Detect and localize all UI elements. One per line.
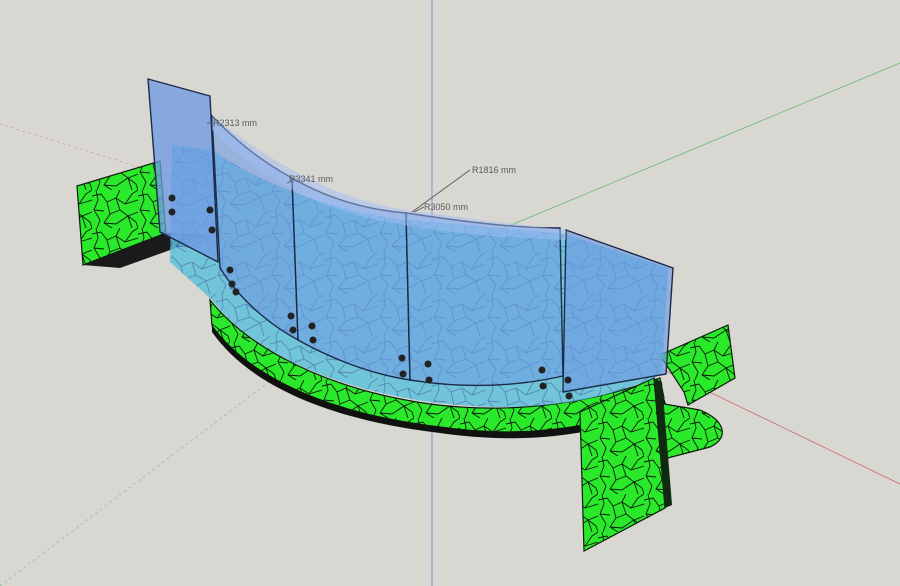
dim-label-r3050: R3050 mm [424, 202, 468, 212]
model-viewport[interactable]: R2313 mm R3341 mm R1816 mm R3050 mm [0, 0, 900, 586]
glass-panel-4[interactable] [405, 212, 564, 387]
glass-panels[interactable] [147, 78, 674, 407]
scene-canvas[interactable]: R2313 mm R3341 mm R1816 mm R3050 mm [0, 0, 900, 586]
right-rear-plate [659, 324, 736, 406]
glass-panel-5[interactable] [562, 229, 674, 393]
dim-label-r3341: R3341 mm [289, 174, 333, 184]
dim-label-r2313: R2313 mm [213, 118, 257, 128]
dim-label-r1816: R1816 mm [472, 165, 516, 175]
